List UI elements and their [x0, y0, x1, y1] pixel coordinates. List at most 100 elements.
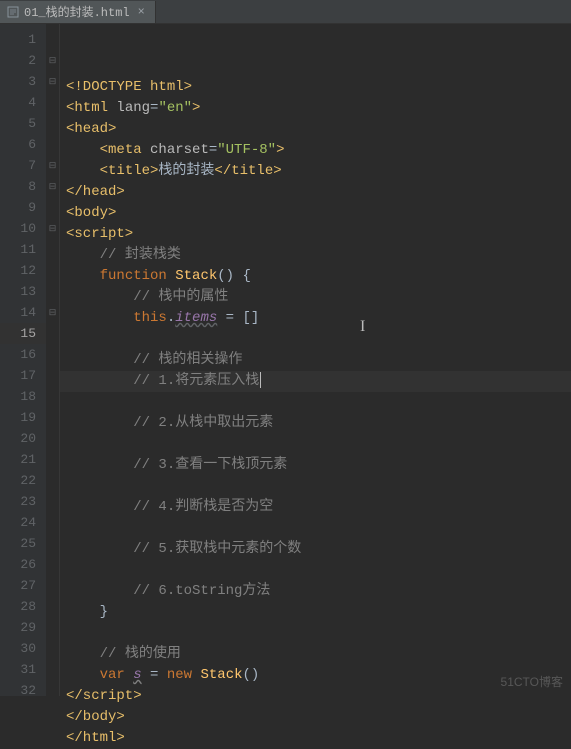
watermark: 51CTO博客: [501, 673, 563, 690]
line-number: 13: [0, 281, 46, 302]
code-line[interactable]: [60, 623, 571, 644]
fold-marker[interactable]: ⊟: [46, 302, 59, 323]
code-line[interactable]: [60, 560, 571, 581]
line-number: 8: [0, 176, 46, 197]
line-number: 9: [0, 197, 46, 218]
fold-marker: [46, 470, 59, 491]
code-line[interactable]: function Stack() {: [60, 266, 571, 287]
line-number: 11: [0, 239, 46, 260]
tab-filename: 01_栈的封装.html: [24, 3, 130, 20]
fold-marker: [46, 596, 59, 617]
code-line[interactable]: // 4.判断栈是否为空: [60, 497, 571, 518]
fold-marker: [46, 92, 59, 113]
fold-marker: [46, 407, 59, 428]
line-number: 4: [0, 92, 46, 113]
fold-column: ⊟⊟⊟⊟⊟⊟: [46, 24, 60, 696]
fold-marker: [46, 281, 59, 302]
file-icon: [6, 5, 20, 19]
code-line[interactable]: // 栈的使用: [60, 644, 571, 665]
fold-marker: [46, 491, 59, 512]
line-number: 20: [0, 428, 46, 449]
line-number: 1: [0, 29, 46, 50]
line-number-gutter: 1234567891011121314151617181920212223242…: [0, 24, 46, 696]
line-number: 24: [0, 512, 46, 533]
code-line[interactable]: // 3.查看一下栈顶元素: [60, 455, 571, 476]
code-line[interactable]: // 1.将元素压入栈: [60, 371, 571, 392]
code-line[interactable]: this.items = []: [60, 308, 571, 329]
line-number: 28: [0, 596, 46, 617]
code-line[interactable]: </body>: [60, 707, 571, 728]
line-number: 3: [0, 71, 46, 92]
code-line[interactable]: [60, 434, 571, 455]
fold-marker: [46, 638, 59, 659]
line-number: 22: [0, 470, 46, 491]
fold-marker: [46, 113, 59, 134]
fold-marker: [46, 512, 59, 533]
fold-marker: [46, 533, 59, 554]
fold-marker[interactable]: ⊟: [46, 218, 59, 239]
code-line[interactable]: [60, 518, 571, 539]
code-line[interactable]: // 6.toString方法: [60, 581, 571, 602]
code-line[interactable]: </head>: [60, 182, 571, 203]
fold-marker: [46, 344, 59, 365]
code-line[interactable]: <!DOCTYPE html>: [60, 77, 571, 98]
code-line[interactable]: // 栈的相关操作: [60, 350, 571, 371]
line-number: 21: [0, 449, 46, 470]
fold-marker: [46, 659, 59, 680]
code-line[interactable]: <body>: [60, 203, 571, 224]
code-line[interactable]: [60, 329, 571, 350]
code-line[interactable]: // 栈中的属性: [60, 287, 571, 308]
code-line[interactable]: [60, 476, 571, 497]
fold-marker: [46, 575, 59, 596]
fold-marker[interactable]: ⊟: [46, 155, 59, 176]
code-line[interactable]: // 封装栈类: [60, 245, 571, 266]
line-number: 29: [0, 617, 46, 638]
line-number: 15: [0, 323, 46, 344]
code-line[interactable]: </script>: [60, 686, 571, 707]
line-number: 16: [0, 344, 46, 365]
line-number: 6: [0, 134, 46, 155]
code-line[interactable]: // 5.获取栈中元素的个数: [60, 539, 571, 560]
code-line[interactable]: // 2.从栈中取出元素: [60, 413, 571, 434]
fold-marker: [46, 554, 59, 575]
fold-marker: [46, 449, 59, 470]
line-number: 26: [0, 554, 46, 575]
fold-marker: [46, 260, 59, 281]
code-line[interactable]: <html lang="en">: [60, 98, 571, 119]
code-line[interactable]: <title>栈的封装</title>: [60, 161, 571, 182]
line-number: 25: [0, 533, 46, 554]
line-number: 27: [0, 575, 46, 596]
line-number: 2: [0, 50, 46, 71]
code-editor[interactable]: 1234567891011121314151617181920212223242…: [0, 24, 571, 696]
tab-bar: 01_栈的封装.html ×: [0, 0, 571, 24]
fold-marker: [46, 680, 59, 701]
line-number: 31: [0, 659, 46, 680]
code-line[interactable]: <meta charset="UTF-8">: [60, 140, 571, 161]
fold-marker: [46, 134, 59, 155]
close-icon[interactable]: ×: [138, 5, 145, 19]
fold-marker: [46, 197, 59, 218]
fold-marker[interactable]: ⊟: [46, 71, 59, 92]
line-number: 7: [0, 155, 46, 176]
line-number: 23: [0, 491, 46, 512]
line-number: 19: [0, 407, 46, 428]
fold-marker: [46, 386, 59, 407]
fold-marker: [46, 239, 59, 260]
code-line[interactable]: [60, 392, 571, 413]
fold-marker: [46, 365, 59, 386]
line-number: 14: [0, 302, 46, 323]
line-number: 5: [0, 113, 46, 134]
line-number: 12: [0, 260, 46, 281]
line-number: 18: [0, 386, 46, 407]
fold-marker[interactable]: ⊟: [46, 50, 59, 71]
fold-marker[interactable]: ⊟: [46, 176, 59, 197]
line-number: 10: [0, 218, 46, 239]
code-line[interactable]: }: [60, 602, 571, 623]
file-tab[interactable]: 01_栈的封装.html ×: [0, 1, 156, 23]
code-line[interactable]: <script>: [60, 224, 571, 245]
code-line[interactable]: var s = new Stack(): [60, 665, 571, 686]
code-line[interactable]: <head>: [60, 119, 571, 140]
fold-marker: [46, 323, 59, 344]
code-area[interactable]: I <!DOCTYPE html><html lang="en"><head> …: [60, 24, 571, 696]
code-line[interactable]: </html>: [60, 728, 571, 749]
